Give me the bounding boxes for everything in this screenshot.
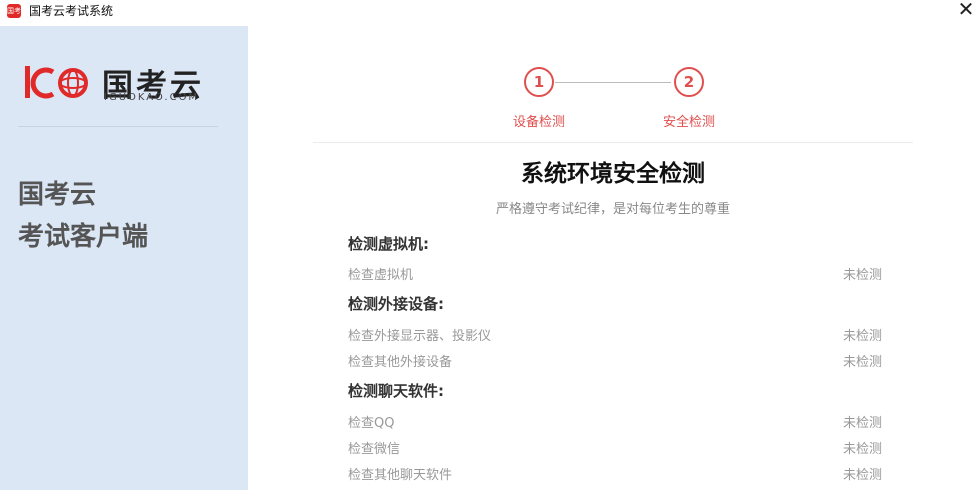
check-row-qq: 检查QQ 未检测 (348, 412, 882, 431)
app-icon-text: 国考 (7, 7, 21, 15)
check-status: 未检测 (842, 416, 882, 431)
page-subtitle: 严格遵守考试纪律，是对每位考生的尊重 (495, 202, 730, 217)
window-title: 国考云考试系统 (29, 4, 114, 18)
check-status: 未检测 (842, 329, 882, 344)
sidebar-heading-line1: 国考云 (18, 180, 97, 210)
brand-logo: 国考云 IGUOKAO.COM (23, 62, 223, 112)
check-row-other-devices: 检查其他外接设备 未检测 (348, 351, 882, 370)
step-security-check: 2 安全检测 (639, 67, 739, 130)
check-label: 检查虚拟机 (348, 268, 414, 283)
check-row-vm: 检查虚拟机 未检测 (348, 264, 882, 283)
brand-domain: IGUOKAO.COM (104, 92, 200, 103)
sidebar-divider (18, 126, 218, 127)
check-status: 未检测 (842, 468, 882, 483)
section-title-chat: 检测聊天软件: (348, 382, 444, 400)
check-row-other-chat: 检查其他聊天软件 未检测 (348, 464, 882, 483)
content-divider (313, 142, 913, 143)
section-title-vm: 检测虚拟机: (348, 235, 429, 253)
step-number: 2 (674, 67, 704, 97)
check-label: 检查微信 (348, 442, 401, 457)
check-label: 检查其他外接设备 (348, 355, 453, 370)
check-label: 检查其他聊天软件 (348, 468, 453, 483)
title-bar: 国考 国考云考试系统 ✕ (0, 0, 980, 22)
brand-logo-icon (25, 66, 88, 99)
app-logo-icon: 国考 (7, 4, 21, 18)
check-row-display: 检查外接显示器、投影仪 未检测 (348, 325, 882, 344)
step-label: 设备检测 (512, 115, 565, 130)
check-label: 检查外接显示器、投影仪 (348, 329, 492, 344)
check-label: 检查QQ (348, 416, 395, 431)
close-icon[interactable]: ✕ (956, 0, 976, 20)
check-row-wechat: 检查微信 未检测 (348, 438, 882, 457)
check-status: 未检测 (842, 442, 882, 457)
step-number: 1 (524, 67, 554, 97)
check-status: 未检测 (842, 268, 882, 283)
page-title: 系统环境安全检测 (521, 161, 705, 187)
step-label: 安全检测 (662, 115, 715, 130)
sidebar: 国考云 IGUOKAO.COM 国考云 考试客户端 (0, 26, 248, 490)
step-device-check: 1 设备检测 (489, 67, 589, 130)
check-status: 未检测 (842, 355, 882, 370)
section-title-devices: 检测外接设备: (348, 295, 444, 313)
sidebar-heading-line2: 考试客户端 (18, 222, 149, 252)
